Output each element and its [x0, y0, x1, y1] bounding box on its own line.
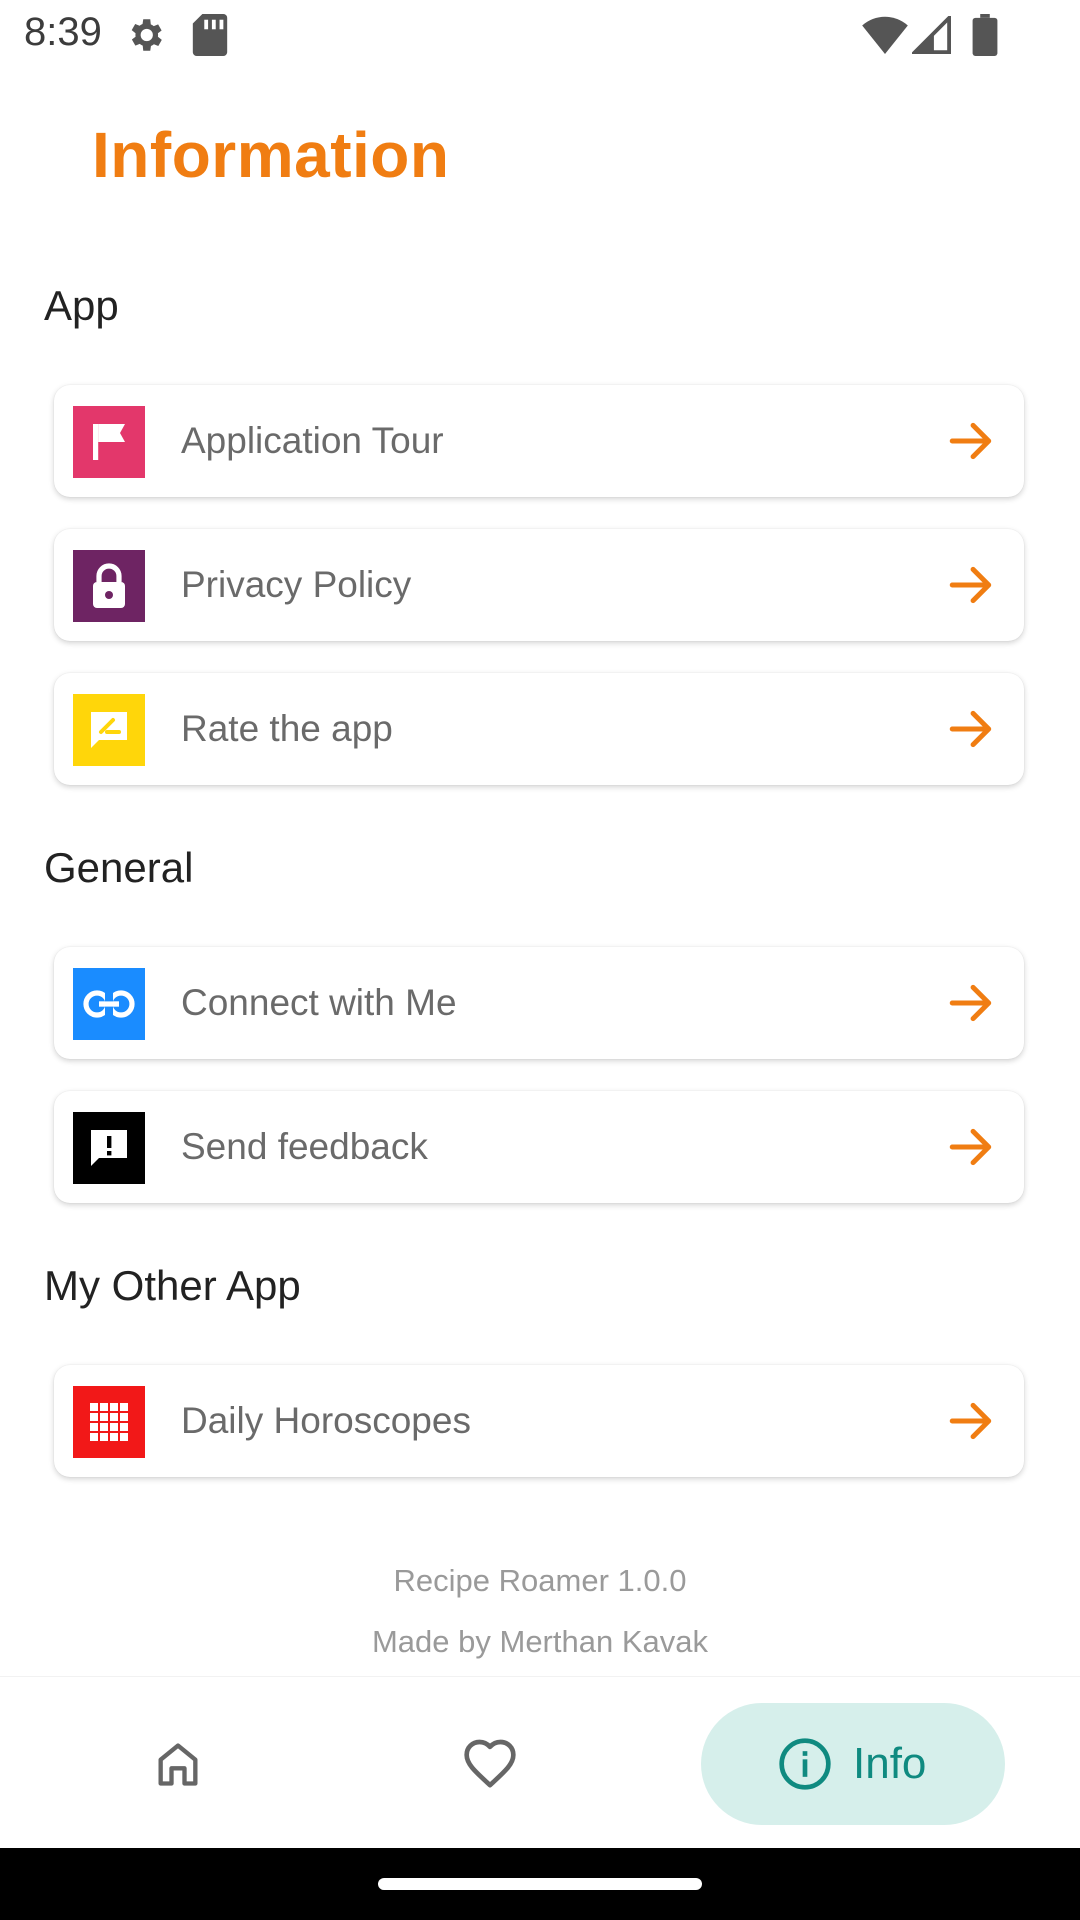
daily-horoscopes-label: Daily Horoscopes — [181, 1400, 471, 1441]
app-version-text: Recipe Roamer 1.0.0 — [393, 1563, 687, 1598]
heart-icon — [464, 1739, 516, 1788]
settings-gear-icon — [124, 14, 166, 61]
system-navigation-bar — [0, 1848, 1080, 1920]
feedback-icon — [73, 1112, 145, 1184]
application-tour-item[interactable]: Application Tour — [54, 385, 1024, 497]
nav-home-button[interactable] — [118, 1709, 238, 1819]
section-header-my-other-app: My Other App — [44, 1262, 301, 1309]
arrow-right-icon — [949, 984, 992, 1022]
author-credit-text: Made by Merthan Kavak — [371, 1624, 708, 1659]
nav-info-label: Info — [853, 1739, 927, 1788]
send-feedback-label: Send feedback — [181, 1126, 428, 1167]
sd-card-icon — [192, 14, 228, 61]
bottom-navigation: Info — [0, 1676, 1080, 1849]
flag-icon — [73, 406, 145, 478]
arrow-right-icon — [949, 1402, 992, 1440]
send-feedback-item[interactable]: Send feedback — [54, 1091, 1024, 1203]
section-header-app: App — [44, 282, 119, 329]
cellular-signal-icon — [910, 13, 952, 59]
status-bar: 8:39 — [0, 0, 1080, 72]
wifi-icon — [862, 16, 908, 59]
arrow-right-icon — [949, 710, 992, 748]
home-gesture-handle[interactable] — [378, 1878, 702, 1890]
status-time: 8:39 — [24, 10, 102, 54]
rate-the-app-item[interactable]: Rate the app — [54, 673, 1024, 785]
section-header-general: General — [44, 844, 194, 891]
connect-with-me-label: Connect with Me — [181, 982, 457, 1023]
arrow-right-icon — [949, 1128, 992, 1166]
arrow-right-icon — [949, 422, 992, 460]
application-tour-label: Application Tour — [181, 420, 444, 461]
rate-review-icon — [73, 694, 145, 766]
daily-horoscopes-item[interactable]: Daily Horoscopes — [54, 1365, 1024, 1477]
battery-icon — [972, 14, 998, 61]
privacy-policy-label: Privacy Policy — [181, 564, 412, 605]
nav-favorites-button[interactable] — [430, 1709, 550, 1819]
privacy-policy-item[interactable]: Privacy Policy — [54, 529, 1024, 641]
nav-info-button[interactable]: Info — [701, 1703, 1005, 1825]
info-icon — [779, 1738, 831, 1790]
page-title: Information — [92, 119, 450, 191]
lock-icon — [73, 550, 145, 622]
home-icon — [158, 1743, 198, 1786]
arrow-right-icon — [949, 566, 992, 604]
rate-the-app-label: Rate the app — [181, 708, 393, 749]
connect-with-me-item[interactable]: Connect with Me — [54, 947, 1024, 1059]
link-icon — [73, 968, 145, 1040]
app-grid-icon — [73, 1386, 145, 1458]
